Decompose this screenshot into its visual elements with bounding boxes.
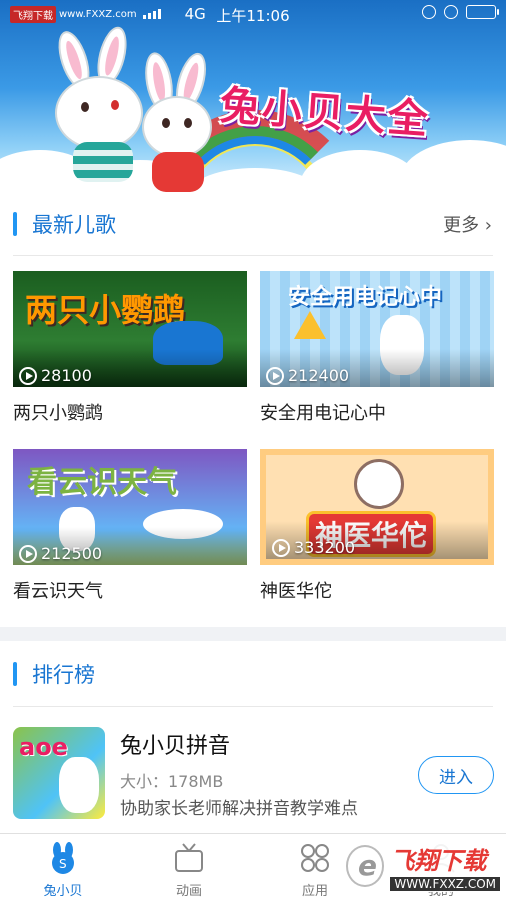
section-gap xyxy=(0,627,506,641)
watermark-url: WWW.FXXZ.COM xyxy=(390,877,500,891)
video-thumbnail: 两只小鹦鹉 28100 xyxy=(13,271,247,387)
status-bar: 飞翔下载 www.FXXZ.com 4G 上午11:06 xyxy=(0,0,506,28)
play-count-value: 212400 xyxy=(288,366,350,385)
thumbnail-caption: 两只小鹦鹉 xyxy=(25,291,186,329)
app-size: 大小：178MB xyxy=(120,772,224,791)
network-type: 4G xyxy=(184,5,206,23)
watermark-brand: 飞翔下载 xyxy=(390,847,487,875)
app-icon[interactable]: aoe xyxy=(13,727,105,819)
video-thumbnail: 神医华佗 333200 xyxy=(260,449,494,565)
bunny-illustration xyxy=(59,757,99,813)
alarm-icon xyxy=(444,5,458,19)
video-title: 看云识天气 xyxy=(13,581,103,602)
watermark-url: www.FXXZ.com xyxy=(59,8,137,20)
status-time: 上午11:06 xyxy=(216,7,290,25)
play-icon xyxy=(19,544,37,563)
thumbnail-caption: 安全用电记心中 xyxy=(288,285,443,310)
thumbnail-caption: 看云识天气 xyxy=(27,465,177,500)
more-link-label: 更多 xyxy=(443,215,480,236)
video-title: 神医华佗 xyxy=(260,581,332,602)
battery-icon xyxy=(466,5,499,19)
tab-animation[interactable]: 动画 xyxy=(126,834,252,900)
app-name: 兔小贝拼音 xyxy=(120,734,231,759)
divider xyxy=(13,255,493,256)
play-icon xyxy=(266,366,284,385)
play-icon xyxy=(19,366,37,385)
video-card[interactable]: 神医华佗 333200 神医华佗 xyxy=(260,449,494,603)
section-accent-bar xyxy=(13,212,17,236)
video-thumbnail: 安全用电记心中 212400 xyxy=(260,271,494,387)
bunny-icon: S xyxy=(52,842,74,874)
play-count: 28100 xyxy=(19,366,92,385)
section-title: 最新儿歌 xyxy=(32,213,116,237)
apps-icon xyxy=(301,844,329,872)
tab-label: 动画 xyxy=(175,884,202,899)
enter-button[interactable]: 进入 xyxy=(418,756,494,794)
icon-letters: aoe xyxy=(19,733,68,761)
video-thumbnail: 看云识天气 212500 xyxy=(13,449,247,565)
play-icon xyxy=(272,538,290,557)
play-count-value: 28100 xyxy=(41,366,92,385)
svg-text:S: S xyxy=(59,857,67,871)
watermark-badge: 飞翔下载 xyxy=(10,5,56,23)
tab-home[interactable]: S 兔小贝 xyxy=(0,834,126,900)
section-accent-bar xyxy=(13,662,17,686)
video-card[interactable]: 看云识天气 212500 看云识天气 xyxy=(13,449,247,603)
warning-sign-illustration xyxy=(294,311,326,339)
chevron-right-icon: › xyxy=(479,215,492,236)
rotation-lock-icon xyxy=(422,5,436,19)
play-count-value: 333200 xyxy=(294,538,356,557)
watermark-overlay: 飞翔下载 WWW.FXXZ.COM xyxy=(342,840,500,892)
ranking-section-header: 排行榜 xyxy=(0,646,506,702)
play-count: 333200 xyxy=(272,538,355,557)
tab-label: 兔小贝 xyxy=(43,884,83,899)
play-count-value: 212500 xyxy=(41,544,103,563)
section-title: 排行榜 xyxy=(32,663,95,687)
tv-icon xyxy=(175,843,203,872)
divider xyxy=(13,706,493,707)
video-title: 安全用电记心中 xyxy=(260,403,386,424)
signal-icon xyxy=(142,9,161,19)
video-card[interactable]: 两只小鹦鹉 28100 两只小鹦鹉 xyxy=(13,271,247,425)
play-count: 212500 xyxy=(19,544,102,563)
play-count: 212400 xyxy=(266,366,349,385)
video-card[interactable]: 安全用电记心中 212400 安全用电记心中 xyxy=(260,271,494,425)
app-description: 协助家长老师解决拼音教学难点 xyxy=(120,799,358,819)
more-link[interactable]: 更多 › xyxy=(443,211,492,237)
watermark-logo-icon xyxy=(346,845,385,887)
header-banner: 兔小贝大全 飞翔下载 www.FXXZ.com 4G 上午11:06 xyxy=(0,0,506,196)
cloud-decoration xyxy=(400,140,506,196)
bunny-illustration xyxy=(354,459,404,509)
video-title: 两只小鹦鹉 xyxy=(13,403,103,424)
latest-section-header: 最新儿歌 更多 › xyxy=(0,196,506,252)
